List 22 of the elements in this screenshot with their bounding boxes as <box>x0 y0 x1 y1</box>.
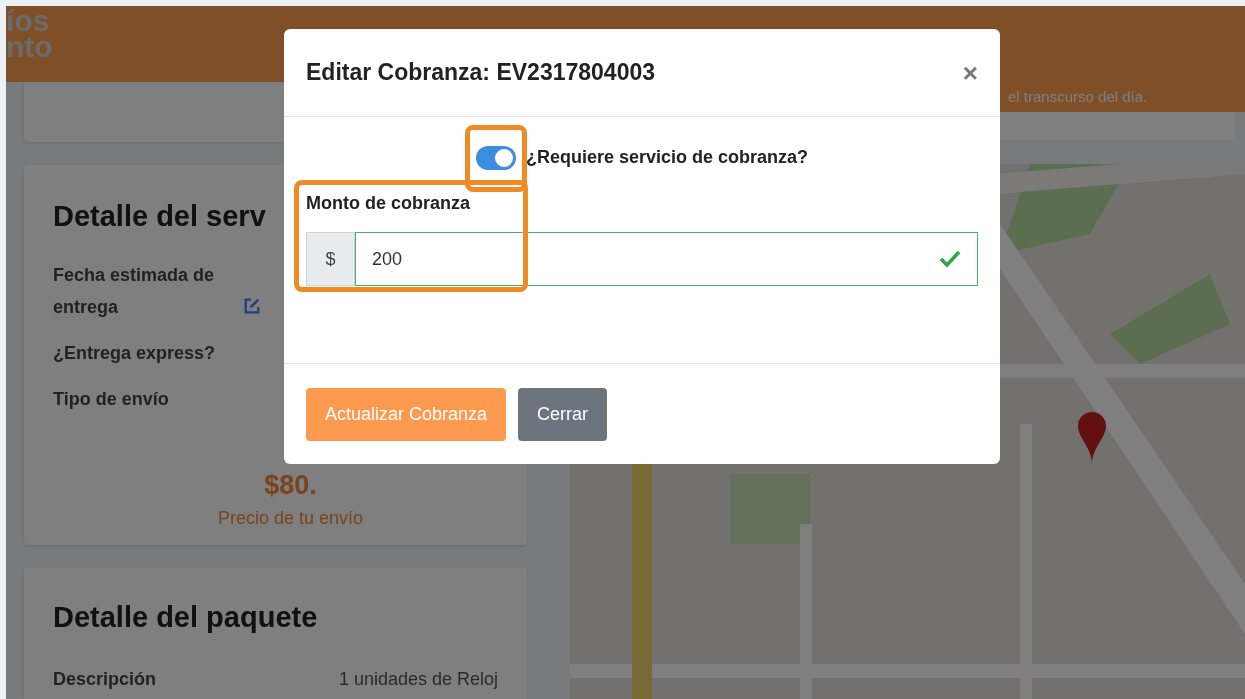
field-value: 1 unidades de Reloj <box>338 667 498 691</box>
currency-prefix: $ <box>306 232 355 286</box>
field-label: Monto de cobranza <box>306 192 471 215</box>
card-title: Detalle del serv <box>53 199 266 234</box>
field-label: ¿Entrega express? <box>53 341 216 365</box>
field-label: Fecha estimada de entrega <box>53 263 216 319</box>
amount-field[interactable]: 200 <box>355 232 978 286</box>
check-icon <box>939 250 961 268</box>
close-button[interactable]: × <box>962 59 978 86</box>
close-dialog-button[interactable]: Cerrar <box>518 388 608 441</box>
edit-icon[interactable] <box>243 296 261 315</box>
logo-text: nto <box>6 34 53 60</box>
card-title: Detalle del paquete <box>53 600 319 635</box>
toggle-label: ¿Requiere servicio de cobranza? <box>525 146 809 169</box>
price-caption: Precio de tu envío <box>217 507 364 530</box>
field-label: Tipo de envío <box>53 387 169 411</box>
toggle-switch[interactable] <box>475 145 516 170</box>
logo-text: íos <box>6 8 50 34</box>
field-label: Descripción <box>53 667 157 691</box>
modal-title: Editar Cobranza: EV2317804003 <box>306 58 655 88</box>
notice-text: el transcurso del día. <box>1008 86 1148 107</box>
price-text: $80. <box>264 468 317 502</box>
